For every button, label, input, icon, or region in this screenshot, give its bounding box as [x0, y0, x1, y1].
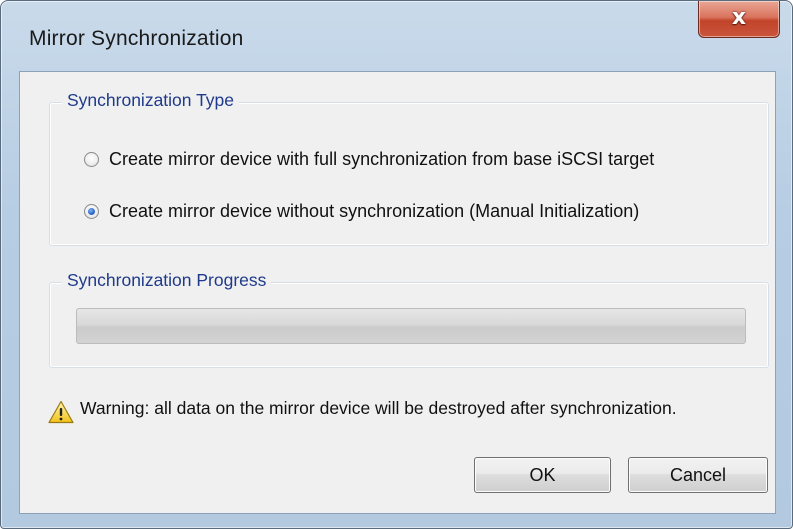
warning-triangle-icon	[48, 400, 74, 424]
sync-type-legend: Synchronization Type	[62, 90, 240, 111]
radio-no-sync[interactable]: Create mirror device without synchroniza…	[84, 201, 639, 222]
close-icon: x	[731, 5, 747, 30]
sync-progress-legend: Synchronization Progress	[62, 270, 272, 291]
radio-full-sync[interactable]: Create mirror device with full synchroni…	[84, 149, 654, 170]
close-button[interactable]: x	[698, 1, 780, 38]
radio-no-sync-button[interactable]	[84, 204, 99, 219]
dialog-client-area: Synchronization Type Create mirror devic…	[19, 71, 776, 514]
window-title: Mirror Synchronization	[29, 27, 244, 50]
dialog-window: Mirror Synchronization x Synchronization…	[0, 0, 793, 529]
ok-button[interactable]: OK	[474, 457, 611, 493]
sync-progress-bar	[76, 308, 746, 344]
radio-full-sync-button[interactable]	[84, 152, 99, 167]
radio-no-sync-label: Create mirror device without synchroniza…	[109, 201, 640, 221]
radio-full-sync-label: Create mirror device with full synchroni…	[109, 149, 655, 169]
title-bar[interactable]: Mirror Synchronization	[1, 1, 793, 71]
cancel-button[interactable]: Cancel	[628, 457, 768, 493]
warning-text: Warning: all data on the mirror device w…	[80, 398, 677, 418]
sync-type-group: Synchronization Type Create mirror devic…	[49, 90, 769, 246]
